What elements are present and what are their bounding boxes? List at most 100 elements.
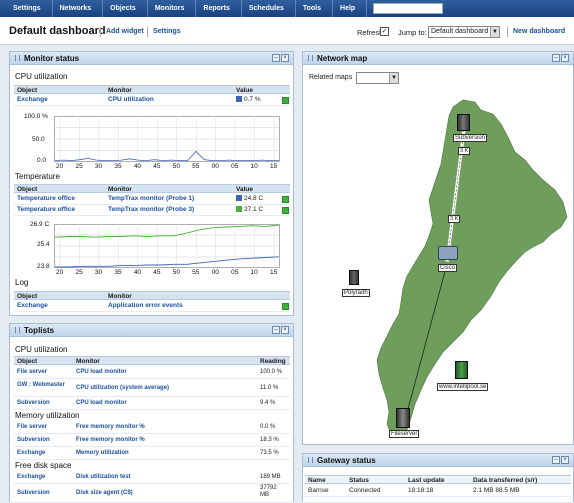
value-cell: 27.1 C (236, 206, 263, 213)
panel-header: Gateway status – × (303, 454, 573, 467)
monitor-link[interactable]: Free memory monitor % (76, 424, 145, 430)
x-tick: 05 (231, 269, 239, 276)
server-icon[interactable] (396, 408, 410, 428)
menu-tools[interactable]: Tools (296, 0, 334, 17)
menu-settings[interactable]: Settings (6, 0, 53, 17)
menu-monitors[interactable]: Monitors (148, 0, 197, 17)
link-label: 3 K (448, 215, 461, 223)
object-link[interactable]: GW : Webmaster (17, 382, 65, 389)
router-icon[interactable] (438, 246, 458, 260)
divider (147, 27, 148, 37)
y-tick: 23.8 (37, 263, 50, 270)
object-link[interactable]: Exchange (17, 96, 48, 103)
x-tick: 15 (270, 269, 278, 276)
status-ok-icon (282, 207, 289, 214)
x-tick: 05 (231, 163, 239, 170)
object-link[interactable]: Temperature office (17, 206, 75, 213)
monitor-link[interactable]: Free memory monitor % (76, 437, 145, 443)
x-tick: 55 (192, 269, 200, 276)
value-cell: 0.7 % (236, 96, 261, 103)
cpu-series-line (54, 150, 279, 162)
monitor-link[interactable]: Memory utilization (76, 450, 129, 456)
gateway-status-panel: Gateway status – × Name Status Last updat… (302, 453, 574, 502)
reading-value: 100.0 % (260, 369, 283, 375)
server-icon[interactable] (455, 361, 468, 379)
object-link[interactable]: Exchange (17, 302, 48, 309)
monitor-link[interactable]: TempTrax monitor (Probe 1) (108, 195, 194, 202)
close-icon[interactable]: × (281, 326, 289, 334)
jump-select[interactable]: Default dashboard ▼ (428, 26, 500, 38)
monitor-link[interactable]: TempTrax monitor (Probe 3) (108, 206, 194, 213)
menu-networks[interactable]: Networks (53, 0, 104, 17)
object-link[interactable]: Subversion (17, 490, 50, 496)
new-dashboard-link[interactable]: New dashboard (513, 28, 565, 35)
x-tick: 50 (172, 163, 180, 170)
reading-value: 11.0 % (260, 385, 279, 391)
reading-value: 9.4 % (260, 400, 276, 406)
object-link[interactable]: Exchange (17, 450, 45, 456)
panel-header: Monitor status – × (10, 52, 293, 65)
object-link[interactable]: Subversion (17, 437, 50, 443)
y-tick: 26.9 C (30, 221, 50, 228)
temperature-chart (54, 224, 280, 268)
node-label[interactable]: Polyradh (342, 289, 370, 297)
menu-help[interactable]: Help (333, 0, 368, 17)
x-tick: 00 (211, 163, 219, 170)
add-widget-link[interactable]: Add widget (106, 28, 144, 35)
table-row: Exchange Disk utilization test 189 MB (14, 471, 290, 484)
server-icon[interactable] (457, 114, 470, 131)
network-map-panel: Network map – × Related maps ▼ 3 K 3 K Su… (302, 51, 574, 445)
menu-schedules[interactable]: Schedules (242, 0, 296, 17)
node-label[interactable]: Fileserver (389, 430, 420, 438)
drag-handle-icon[interactable] (15, 55, 20, 61)
table-row: GW : Webmaster CPU utilization (system a… (14, 379, 290, 397)
probe3-series-line (55, 256, 280, 268)
node-label[interactable]: www.intellipool.se (437, 383, 489, 391)
x-tick: 20 (56, 163, 64, 170)
settings-link[interactable]: Settings (153, 28, 181, 35)
section-title: Free disk space (15, 461, 72, 470)
toplists-panel: Toplists – × CPU utilization Object Monit… (9, 323, 294, 502)
section-title: CPU utilization (15, 72, 68, 81)
object-link[interactable]: Exchange (17, 474, 45, 480)
minimize-icon[interactable]: – (272, 326, 280, 334)
status-ok-icon (282, 97, 289, 104)
x-tick: 25 (75, 163, 83, 170)
monitor-link[interactable]: Disk utilization test (76, 474, 131, 480)
monitor-link[interactable]: CPU utilization (system average) (76, 385, 169, 391)
minimize-icon[interactable]: – (552, 456, 560, 464)
menu-objects[interactable]: Objects (103, 0, 148, 17)
divider (100, 27, 101, 37)
monitor-link[interactable]: Disk size agent (C$) (76, 490, 133, 496)
close-icon[interactable]: × (561, 456, 569, 464)
minimize-icon[interactable]: – (272, 54, 280, 62)
table-row: File server Free memory monitor % 0.0 % (14, 421, 290, 434)
monitor-link[interactable]: CPU load monitor (76, 400, 127, 406)
table-row: Temperature office TempTrax monitor (Pro… (14, 194, 290, 205)
menu-reports[interactable]: Reports (196, 0, 242, 17)
object-link[interactable]: Temperature office (17, 195, 75, 202)
refresh-checkbox[interactable]: ✓ (380, 27, 389, 36)
x-tick: 45 (153, 269, 161, 276)
panel-title: Gateway status (317, 456, 376, 465)
server-icon[interactable] (349, 270, 359, 285)
monitor-link[interactable]: CPU utilization (108, 96, 154, 103)
page-title: Default dashboard (9, 25, 106, 37)
search-input[interactable] (373, 3, 444, 14)
object-link[interactable]: File server (17, 369, 47, 375)
value-cell: 24.8 C (236, 195, 263, 202)
node-label[interactable]: Subversion (453, 134, 488, 142)
drag-handle-icon[interactable] (15, 327, 20, 333)
monitor-link[interactable]: CPU load monitor (76, 369, 127, 375)
monitor-status-panel: Monitor status – × CPU utilization Object… (9, 51, 294, 316)
status-ok-icon (282, 303, 289, 310)
monitor-link[interactable]: Application error events (108, 302, 183, 309)
node-label[interactable]: Cisco (438, 264, 458, 272)
x-tick: 30 (94, 269, 103, 276)
drag-handle-icon[interactable] (308, 457, 313, 463)
table-row: Exchange Memory utilization 73.5 % (14, 447, 290, 460)
table-header: Object Monitor (14, 291, 290, 300)
close-icon[interactable]: × (281, 54, 289, 62)
object-link[interactable]: Subversion (17, 400, 50, 406)
object-link[interactable]: File server (17, 424, 47, 430)
